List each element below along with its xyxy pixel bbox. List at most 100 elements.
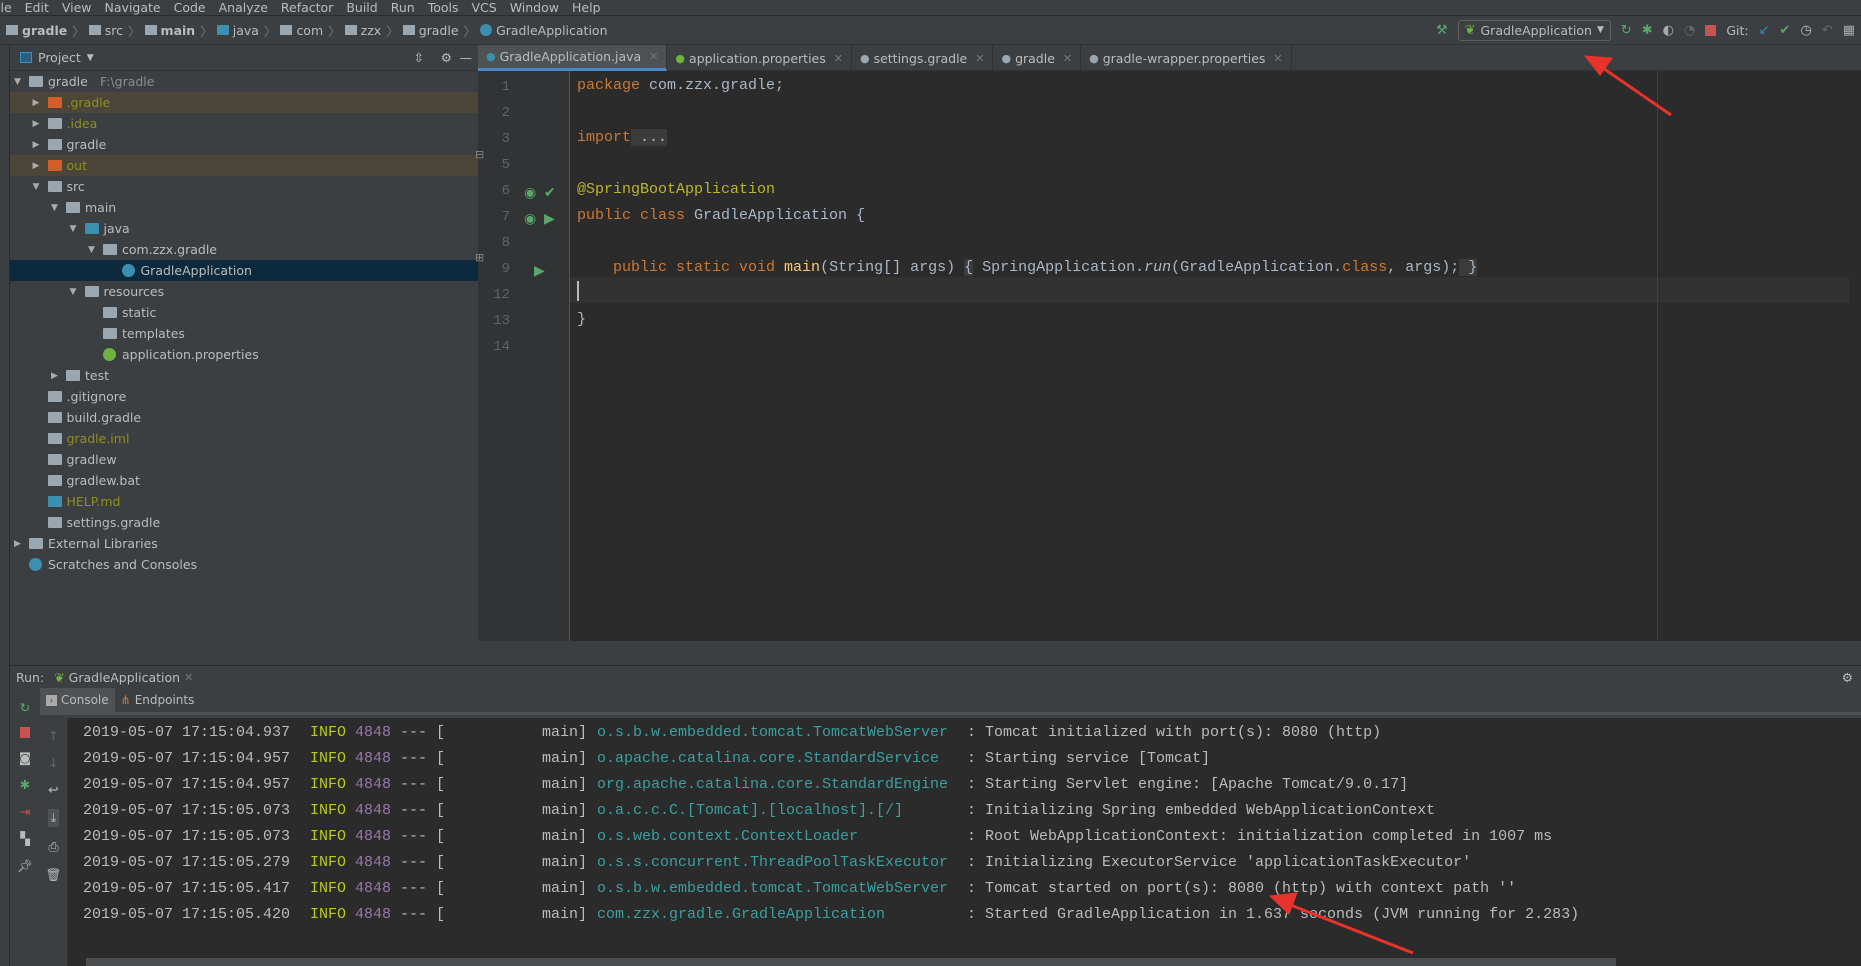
tree-item[interactable]: ▶ .gradle: [10, 92, 478, 113]
git-update-icon[interactable]: ↙: [1759, 24, 1770, 37]
exit-icon[interactable]: ⇥: [20, 804, 30, 819]
tree-item[interactable]: templates: [10, 323, 478, 344]
hide-panel-icon[interactable]: —: [460, 50, 473, 65]
menu-item-navigate[interactable]: Navigate: [105, 0, 161, 15]
breadcrumb-item[interactable]: src 〉: [85, 21, 141, 40]
soft-wrap-icon[interactable]: ↩: [48, 782, 58, 797]
code-editor[interactable]: 1 2 3 5 6 7 8 9 12 13 14 ◉ ✔ ◉ ▶ ▶ package com.zzx.grad…: [475, 71, 1861, 641]
tree-item[interactable]: Scratches and Consoles: [10, 554, 478, 575]
gear-icon[interactable]: ⚙: [441, 50, 452, 65]
tree-item[interactable]: gradle.iml: [10, 428, 478, 449]
gear-icon[interactable]: ⚙: [1842, 670, 1853, 685]
menu-item-code[interactable]: Code: [174, 0, 206, 15]
rerun-icon[interactable]: ↻: [20, 700, 30, 715]
tree-item[interactable]: GradleApplication: [10, 260, 478, 281]
menu-item-view[interactable]: View: [62, 0, 92, 15]
git-history-clock-icon[interactable]: ◷: [1800, 24, 1811, 37]
close-icon[interactable]: ✕: [184, 671, 193, 684]
expand-down-icon[interactable]: ▼: [70, 287, 80, 297]
tree-item[interactable]: HELP.md: [10, 491, 478, 512]
debug-bug-icon[interactable]: ✱: [1642, 24, 1653, 37]
tree-item[interactable]: build.gradle: [10, 407, 478, 428]
tab-application-properties[interactable]: ● application.properties ✕: [667, 45, 852, 71]
tree-item[interactable]: ▶ External Libraries: [10, 533, 478, 554]
expand-down-icon[interactable]: ▼: [14, 77, 24, 87]
tree-item[interactable]: ▼ src: [10, 176, 478, 197]
tab-console[interactable]: › Console: [40, 688, 115, 712]
folded-imports[interactable]: ...: [631, 129, 668, 146]
tree-item[interactable]: ▶ out: [10, 155, 478, 176]
git-revert-icon[interactable]: ↶: [1822, 24, 1833, 37]
breadcrumb-item[interactable]: com 〉: [276, 21, 341, 40]
menu-item-window[interactable]: Window: [510, 0, 559, 15]
spring-class-gutter-icon[interactable]: ◉: [524, 211, 536, 227]
tab-endpoints[interactable]: ⋔ Endpoints: [115, 688, 201, 712]
profile-icon[interactable]: ◔: [1684, 24, 1695, 37]
tree-item[interactable]: ▼ com.zzx.gradle: [10, 239, 478, 260]
expand-right-icon[interactable]: ▶: [33, 140, 43, 150]
breadcrumb-item[interactable]: main 〉: [141, 21, 213, 40]
up-arrow-icon[interactable]: ↑: [48, 728, 58, 743]
expand-down-icon[interactable]: ▼: [51, 203, 61, 213]
console-horizontal-scrollbar[interactable]: [86, 958, 1616, 966]
tab-settings-gradle[interactable]: ● settings.gradle ✕: [852, 45, 994, 71]
breadcrumb-item[interactable]: GradleApplication: [476, 21, 608, 40]
run-configuration-select[interactable]: ❦ GradleApplication ▼: [1457, 20, 1611, 41]
project-structure-icon[interactable]: ▦: [1843, 24, 1855, 37]
expand-down-icon[interactable]: ▼: [33, 182, 43, 192]
tree-item[interactable]: gradlew: [10, 449, 478, 470]
menu-item-edit[interactable]: Edit: [25, 0, 49, 15]
tree-item[interactable]: ▶ gradle: [10, 134, 478, 155]
debug-icon[interactable]: ✱: [20, 777, 30, 792]
close-icon[interactable]: ✕: [649, 50, 658, 63]
breadcrumb-item[interactable]: gradle 〉: [2, 21, 85, 40]
tree-item[interactable]: ▼ resources: [10, 281, 478, 302]
breadcrumb-item[interactable]: java 〉: [213, 21, 276, 40]
tree-item[interactable]: ▼ main: [10, 197, 478, 218]
tree-item[interactable]: .gitignore: [10, 386, 478, 407]
menu-item-help[interactable]: Help: [572, 0, 601, 15]
down-arrow-icon[interactable]: ↓: [48, 755, 58, 770]
menu-item-build[interactable]: Build: [346, 0, 377, 15]
tree-item[interactable]: application.properties: [10, 344, 478, 365]
stop-icon[interactable]: [20, 727, 30, 738]
pin-icon[interactable]: 📌︎: [17, 858, 33, 874]
spring-bean-icon[interactable]: ◉: [524, 185, 536, 201]
tree-item[interactable]: ▶ test: [10, 365, 478, 386]
tree-item[interactable]: gradlew.bat: [10, 470, 478, 491]
git-commit-check-icon[interactable]: ✔: [1780, 24, 1791, 37]
layout-icon[interactable]: ▚: [20, 831, 30, 846]
run-icon[interactable]: ▶: [534, 263, 545, 279]
console-output[interactable]: 2019-05-07 17:15:04.937 INFO 4848 --- [main…: [68, 718, 1861, 966]
stop-icon[interactable]: [1705, 25, 1717, 36]
menu-item-run[interactable]: Run: [391, 0, 415, 15]
menu-item-refactor[interactable]: Refactor: [281, 0, 333, 15]
close-icon[interactable]: ✕: [975, 52, 984, 65]
tree-item[interactable]: ▼ gradle F:\gradle: [10, 71, 478, 92]
editor-scrollbar[interactable]: [1849, 71, 1861, 641]
menu-item-tools[interactable]: Tools: [428, 0, 459, 15]
tree-item[interactable]: static: [10, 302, 478, 323]
collapse-all-icon[interactable]: ⇳: [414, 50, 424, 65]
expand-right-icon[interactable]: ▶: [33, 161, 43, 171]
left-tool-window-stripe[interactable]: [0, 45, 10, 966]
tree-item[interactable]: settings.gradle: [10, 512, 478, 533]
tab-gradleapplication-java[interactable]: ● GradleApplication.java ✕: [478, 45, 668, 71]
menu-item-ile[interactable]: ile: [0, 0, 12, 15]
tree-item[interactable]: ▶ .idea: [10, 113, 478, 134]
expand-down-icon[interactable]: ▼: [70, 224, 80, 234]
scroll-to-end-icon[interactable]: ⤓: [47, 809, 60, 827]
fold-toggle-icon[interactable]: ⊟: [475, 148, 484, 161]
trash-icon[interactable]: 🗑︎: [46, 867, 62, 883]
menu-item-analyze[interactable]: Analyze: [219, 0, 268, 15]
menu-item-vcs[interactable]: VCS: [471, 0, 496, 15]
chevron-down-icon[interactable]: ▼: [87, 53, 94, 63]
breadcrumb-item[interactable]: zzx 〉: [341, 21, 399, 40]
print-icon[interactable]: ⎙: [48, 839, 58, 855]
coverage-icon[interactable]: ◐: [1663, 24, 1674, 37]
build-hammer-icon[interactable]: ⚒: [1436, 24, 1448, 37]
camera-icon[interactable]: ◙: [19, 750, 31, 765]
close-icon[interactable]: ✕: [1273, 52, 1282, 65]
expand-right-icon[interactable]: ▶: [33, 119, 43, 129]
tab-gradle[interactable]: ● gradle ✕: [993, 45, 1082, 71]
